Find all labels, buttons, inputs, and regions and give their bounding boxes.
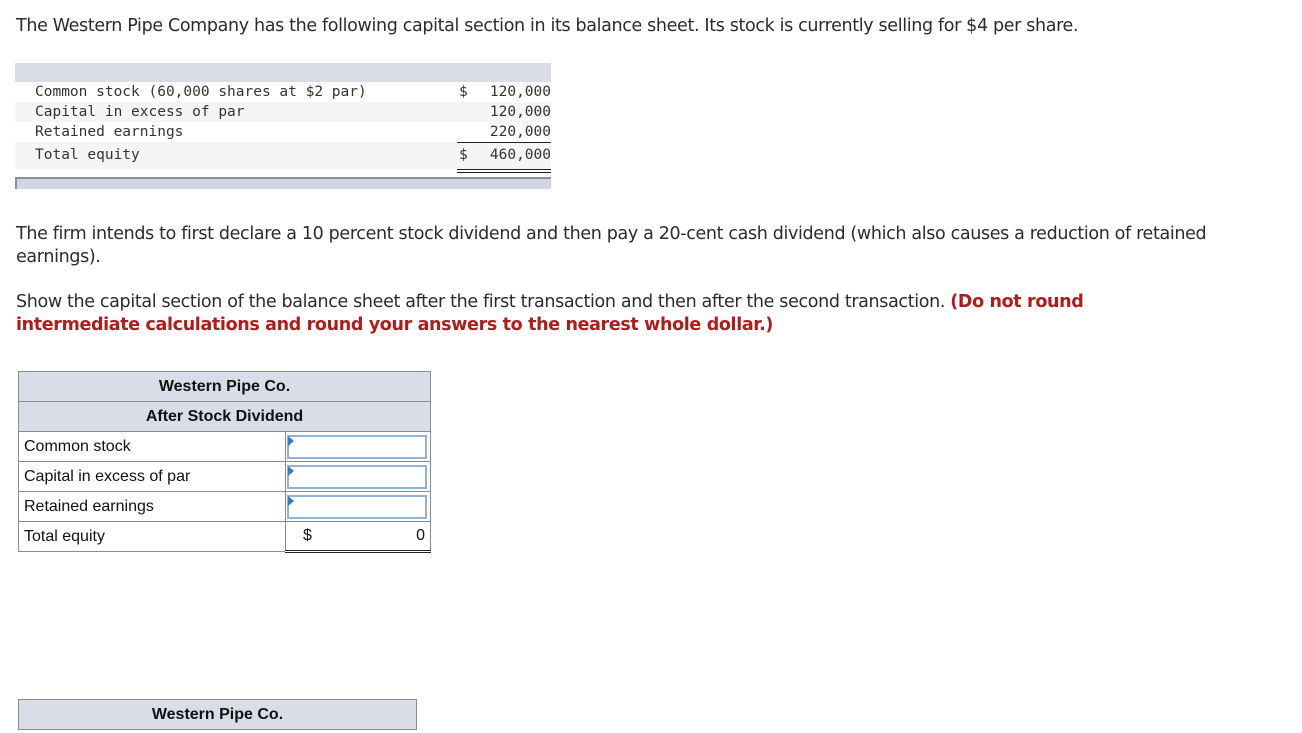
row-label: Total equity bbox=[35, 147, 140, 163]
given-row-total-equity: Total equity $ 460,000 bbox=[15, 142, 551, 173]
instruction-main: Show the capital section of the balance … bbox=[16, 292, 946, 312]
dividend-description: The firm intends to first declare a 10 p… bbox=[16, 224, 1207, 267]
given-row-capital-in-excess: Capital in excess of par 120,000 bbox=[15, 102, 551, 122]
retained-earnings-input-box[interactable] bbox=[287, 494, 427, 519]
after-cash-dividend-table: Western Pipe Co. bbox=[18, 699, 417, 730]
currency-symbol: $ bbox=[303, 527, 312, 544]
row-label: Retained earnings bbox=[18, 491, 286, 522]
row-label: Capital in excess of par bbox=[35, 104, 245, 120]
row-value: 120,000 bbox=[489, 84, 551, 100]
table-row: Common stock bbox=[18, 431, 431, 462]
row-value: 120,000 bbox=[489, 104, 551, 120]
table-company-header: Western Pipe Co. bbox=[18, 699, 417, 730]
row-value: 220,000 bbox=[489, 124, 551, 140]
row-label: Retained earnings bbox=[35, 124, 184, 140]
input-cell bbox=[285, 491, 431, 522]
instruction-text: Show the capital section of the balance … bbox=[16, 291, 1176, 337]
total-equity-value: 0 bbox=[416, 527, 425, 544]
input-cell bbox=[285, 461, 431, 492]
row-label: Total equity bbox=[18, 521, 286, 552]
given-row-common-stock: Common stock (60,000 shares at $2 par) $… bbox=[15, 82, 551, 102]
input-flag-icon bbox=[288, 435, 294, 446]
common-stock-input[interactable] bbox=[289, 436, 425, 457]
table-row-total: Total equity $ 0 bbox=[18, 521, 431, 553]
input-flag-icon bbox=[288, 465, 294, 476]
input-flag-icon bbox=[288, 495, 294, 506]
given-balance-sheet: Common stock (60,000 shares at $2 par) $… bbox=[15, 63, 551, 189]
double-rule bbox=[457, 169, 551, 173]
given-sheet-footer bbox=[15, 177, 551, 189]
table-subtitle-header: After Stock Dividend bbox=[18, 401, 431, 432]
after-stock-dividend-table: Western Pipe Co. After Stock Dividend Co… bbox=[18, 371, 431, 553]
table-row: Retained earnings bbox=[18, 491, 431, 522]
row-label: Capital in excess of par bbox=[18, 461, 286, 492]
given-sheet-header bbox=[15, 63, 551, 82]
given-row-retained-earnings: Retained earnings 220,000 bbox=[15, 122, 551, 142]
table-company-header: Western Pipe Co. bbox=[18, 371, 431, 402]
input-cell bbox=[285, 431, 431, 462]
capital-in-excess-input[interactable] bbox=[289, 466, 425, 487]
intro-text: The Western Pipe Company has the followi… bbox=[16, 16, 1079, 36]
row-label: Common stock bbox=[18, 431, 286, 462]
row-value: 460,000 bbox=[489, 147, 551, 163]
total-equity-cell: $ 0 bbox=[285, 521, 431, 553]
table-row: Capital in excess of par bbox=[18, 461, 431, 492]
row-label: Common stock (60,000 shares at $2 par) bbox=[35, 84, 367, 100]
capital-in-excess-input-box[interactable] bbox=[287, 464, 427, 489]
common-stock-input-box[interactable] bbox=[287, 434, 427, 459]
retained-earnings-input[interactable] bbox=[289, 496, 425, 517]
